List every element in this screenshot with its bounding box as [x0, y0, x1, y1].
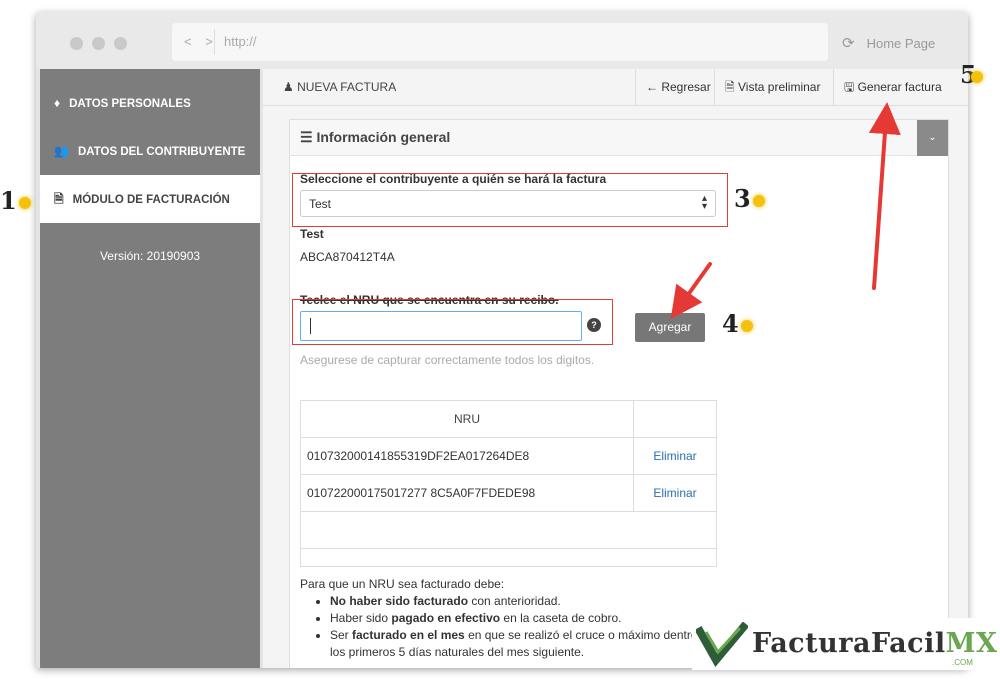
- address-divider: [214, 29, 215, 55]
- window-minimize-dot[interactable]: [92, 37, 105, 50]
- table-row: 010722000175017277 8C5A0F7FDEDE98 Elimin…: [300, 474, 717, 512]
- nru-table: NRU 010732000141855319DF2EA017264DE8 Eli…: [300, 400, 717, 567]
- annotation-box-nru: [292, 299, 613, 345]
- table-empty-row: [300, 511, 717, 549]
- rule-bold: pagado en efectivo: [391, 611, 501, 625]
- preview-icon: 🗎: [725, 80, 735, 94]
- generate-invoice-button[interactable]: 🖫 Generar factura: [833, 69, 952, 106]
- delete-link[interactable]: Eliminar: [633, 437, 717, 475]
- step-marker-4: 4: [722, 309, 753, 338]
- taxpayer-name: Test: [300, 227, 324, 241]
- sidebar-item-datos-personales[interactable]: ♦ DATOS PERSONALES: [40, 79, 260, 127]
- rule-bold: facturado en el mes: [352, 628, 465, 642]
- nru-code: 010722000175017277 8C5A0F7FDEDE98: [300, 474, 634, 512]
- rule-bold: No haber sido facturado: [330, 594, 469, 608]
- rule-item: No haber sido facturado con anterioridad…: [330, 593, 720, 610]
- logo-text: FacturaFacil: [752, 628, 946, 659]
- home-page-link[interactable]: ⟳ Home Page: [842, 34, 935, 52]
- panel-header: ☰ Información general ⌄: [290, 120, 948, 156]
- rule-text: en la caseta de cobro.: [500, 611, 622, 625]
- logo-com: .COM: [952, 658, 973, 667]
- preview-button-label: Vista preliminar: [738, 80, 821, 94]
- home-page-label: Home Page: [866, 36, 936, 51]
- nav-arrows-icon[interactable]: < >: [184, 34, 218, 49]
- step-number: 4: [722, 309, 739, 338]
- group-icon: 👥: [54, 144, 69, 158]
- main-content: ♟ NUEVA FACTURA ← Regresar 🗎 Vista preli…: [263, 69, 968, 668]
- user-icon: ♟: [283, 80, 298, 94]
- save-icon: 🖫: [844, 80, 855, 94]
- back-button[interactable]: ← Regresar: [635, 69, 721, 106]
- logo-wordmark: FacturaFacilMX: [752, 628, 997, 659]
- logo-mx: MX: [945, 628, 998, 659]
- delete-link[interactable]: Eliminar: [633, 474, 717, 512]
- page-title: NUEVA FACTURA: [297, 80, 397, 94]
- chevron-down-icon[interactable]: ⌄: [917, 120, 948, 156]
- rules-list: No haber sido facturado con anterioridad…: [330, 593, 720, 661]
- table-footer-row: [300, 548, 717, 567]
- nru-code: 010732000141855319DF2EA017264DE8: [300, 437, 634, 475]
- table-header-actions: [633, 400, 717, 438]
- table-header-row: NRU: [300, 400, 717, 438]
- rules-intro: Para que un NRU sea facturado debe:: [300, 577, 505, 591]
- breadcrumb: ♟ NUEVA FACTURA: [283, 80, 396, 94]
- reload-icon[interactable]: ⟳: [842, 35, 855, 52]
- rule-text: con anterioridad.: [468, 594, 561, 608]
- document-icon: 🗎: [54, 192, 64, 206]
- step-marker-3: 3: [734, 184, 765, 213]
- person-icon: ♦: [54, 96, 61, 110]
- highlight-dot-icon: [740, 319, 753, 332]
- rule-text: Haber sido: [330, 611, 392, 625]
- table-header-nru: NRU: [300, 400, 634, 438]
- annotation-box-select: [292, 173, 728, 227]
- empty-cell: [300, 511, 717, 549]
- facturafacil-logo: FacturaFacilMX .COM: [692, 618, 997, 670]
- empty-cell: [300, 548, 717, 567]
- browser-chrome: < > http:// ⟳ Home Page: [36, 12, 968, 69]
- sidebar: ♦ DATOS PERSONALES 👥 DATOS DEL CONTRIBUYEN…: [40, 69, 260, 668]
- url-text[interactable]: http://: [224, 34, 257, 49]
- sidebar-item-label: DATOS DEL CONTRIBUYENTE: [77, 146, 246, 158]
- rule-item: Haber sido pagado en efectivo en la case…: [330, 610, 720, 627]
- rule-item: Ser facturado en el mes en que se realiz…: [330, 627, 720, 661]
- step-number: 3: [734, 184, 751, 213]
- nru-hint: Asegurese de capturar correctamente todo…: [300, 353, 595, 367]
- window-maximize-dot[interactable]: [114, 37, 127, 50]
- step-marker-1: 1: [0, 186, 31, 215]
- address-bar[interactable]: < > http://: [172, 23, 828, 61]
- action-bar: ♟ NUEVA FACTURA ← Regresar 🗎 Vista preli…: [263, 69, 968, 106]
- sidebar-item-modulo-facturacion[interactable]: 🗎 MÓDULO DE FACTURACIÓN: [40, 175, 260, 223]
- table-row: 010732000141855319DF2EA017264DE8 Elimina…: [300, 437, 717, 475]
- arrow-left-icon: ←: [646, 80, 658, 94]
- back-button-label: Regresar: [661, 80, 711, 94]
- sidebar-item-datos-contribuyente[interactable]: 👥 DATOS DEL CONTRIBUYENTE: [40, 127, 260, 175]
- preview-button[interactable]: 🗎 Vista preliminar: [714, 69, 830, 106]
- menu-icon: ☰: [300, 129, 313, 145]
- nru-rules: Para que un NRU sea facturado debe: No h…: [300, 576, 720, 661]
- generate-invoice-label: Generar factura: [857, 80, 942, 94]
- step-marker-5: 5: [960, 60, 983, 89]
- sidebar-item-label: MÓDULO DE FACTURACIÓN: [72, 194, 230, 206]
- step-number: 1: [0, 186, 17, 215]
- taxpayer-rfc: ABCA870412T4A: [300, 250, 395, 264]
- highlight-dot-icon: [18, 196, 31, 209]
- highlight-dot-icon: [970, 70, 983, 83]
- panel-title: ☰ Información general: [300, 129, 450, 146]
- rule-text: Ser: [330, 628, 353, 642]
- logo-check-icon: [696, 622, 748, 668]
- panel-title-text: Información general: [316, 129, 451, 145]
- highlight-dot-icon: [752, 194, 765, 207]
- add-nru-button[interactable]: Agregar: [635, 313, 705, 342]
- window-close-dot[interactable]: [70, 37, 83, 50]
- version-text: Versión: 20190903: [99, 249, 201, 263]
- sidebar-item-label: DATOS PERSONALES: [69, 98, 191, 110]
